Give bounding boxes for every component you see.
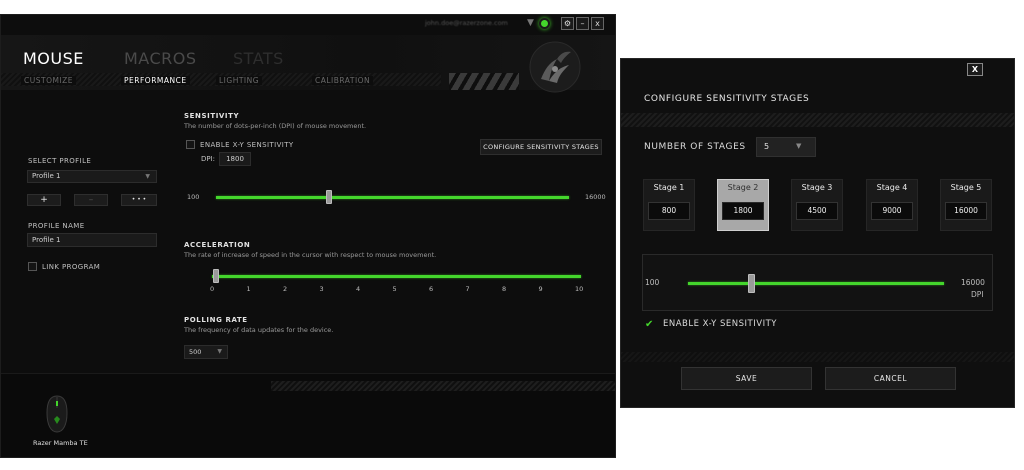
polling-rate-select[interactable]: 500 ▼ [184, 345, 228, 359]
acceleration-tick-label: 4 [356, 285, 361, 293]
chevron-down-icon: ▼ [217, 348, 222, 355]
acceleration-tick-label: 7 [465, 285, 470, 293]
dialog-enable-xy-label: ENABLE X-Y SENSITIVITY [663, 319, 777, 329]
razer-logo [529, 41, 581, 93]
online-status-icon[interactable] [539, 18, 550, 29]
profile-select-value: Profile 1 [32, 172, 61, 180]
close-button[interactable]: x [591, 17, 604, 30]
subtab-performance[interactable]: PERFORMANCE [121, 76, 190, 85]
stage-name: Stage 4 [876, 183, 908, 192]
stage-name: Stage 2 [727, 183, 759, 192]
acceleration-tick-label: 10 [575, 285, 584, 293]
polling-rate-value: 500 [189, 348, 202, 356]
chevron-down-icon: ▼ [145, 173, 150, 180]
minimize-button[interactable]: – [576, 17, 589, 30]
dpi-input[interactable]: 1800 [219, 152, 251, 166]
acceleration-slider-thumb[interactable] [212, 269, 219, 283]
acceleration-tick-label: 3 [319, 285, 324, 293]
configure-stages-button[interactable]: CONFIGURE SENSITIVITY STAGES [480, 139, 602, 155]
select-profile-label: SELECT PROFILE [28, 157, 92, 165]
dialog-slider-max-label: 16000 [961, 278, 985, 287]
cancel-button[interactable]: CANCEL [825, 367, 956, 390]
save-button[interactable]: SAVE [681, 367, 812, 390]
subtab-lighting[interactable]: LIGHTING [216, 76, 263, 85]
stage-dpi-input[interactable]: 16000 [945, 202, 987, 220]
link-program-label: LINK PROGRAM [42, 263, 101, 271]
sensitivity-description: The number of dots-per-inch (DPI) of mou… [184, 122, 367, 130]
title-bar [1, 15, 615, 35]
header-stripe-decoration [449, 73, 519, 90]
stage-card-2[interactable]: Stage 2 1800 [717, 179, 769, 231]
status-chevron-icon[interactable]: ▼ [527, 18, 534, 28]
synapse-main-window: john.doe@razerzone.com ▼ ⚙ – x MOUSE MAC… [0, 14, 616, 458]
acceleration-tick-label: 6 [429, 285, 434, 293]
chevron-down-icon: ▼ [796, 142, 802, 150]
user-email: john.doe@razerzone.com [425, 19, 508, 27]
acceleration-title: ACCELERATION [184, 241, 251, 249]
dialog-title: CONFIGURE SENSITIVITY STAGES [644, 94, 810, 104]
sensitivity-max-label: 16000 [585, 193, 606, 201]
subtab-calibration[interactable]: CALIBRATION [312, 76, 374, 85]
mouse-device-image[interactable] [44, 395, 70, 433]
acceleration-tick-label: 0 [210, 285, 215, 293]
acceleration-description: The rate of increase of speed in the cur… [184, 251, 437, 259]
acceleration-tick-label: 1 [246, 285, 251, 293]
dialog-slider-min-label: 100 [645, 278, 660, 287]
link-program-checkbox[interactable] [28, 262, 37, 271]
acceleration-tick-label: 5 [392, 285, 397, 293]
dpi-label: DPI: [201, 155, 216, 163]
number-of-stages-select[interactable]: 5 [756, 137, 816, 157]
dialog-bottom-stripe-decoration [621, 352, 1014, 362]
polling-rate-title: POLLING RATE [184, 316, 248, 324]
tab-mouse[interactable]: MOUSE [23, 49, 84, 68]
settings-button[interactable]: ⚙ [561, 17, 574, 30]
dialog-stripe-decoration [621, 113, 1014, 127]
profile-name-label: PROFILE NAME [28, 222, 85, 230]
stage-card-5[interactable]: Stage 5 16000 [940, 179, 992, 231]
acceleration-tick-label: 2 [283, 285, 288, 293]
stage-card-4[interactable]: Stage 4 9000 [866, 179, 918, 231]
polling-rate-description: The frequency of data updates for the de… [184, 326, 334, 334]
checkmark-icon[interactable]: ✔ [645, 319, 653, 330]
more-options-button[interactable]: • • • [121, 194, 157, 206]
number-of-stages-label: NUMBER OF STAGES [644, 142, 746, 152]
footer-stripe-decoration [271, 381, 615, 391]
stage-dpi-input[interactable]: 1800 [722, 202, 764, 220]
stage-dpi-input[interactable]: 800 [648, 202, 690, 220]
device-name: Razer Mamba TE [33, 439, 88, 447]
stage-name: Stage 5 [950, 183, 982, 192]
add-profile-button[interactable]: + [27, 194, 61, 206]
dialog-close-button[interactable]: X [967, 63, 983, 76]
number-of-stages-value: 5 [764, 142, 770, 151]
sensitivity-stages-dialog: X CONFIGURE SENSITIVITY STAGES NUMBER OF… [620, 58, 1015, 408]
dialog-sensitivity-slider-thumb[interactable] [748, 274, 756, 293]
enable-xy-checkbox[interactable] [186, 140, 195, 149]
sensitivity-slider-track[interactable] [216, 196, 569, 199]
stage-name: Stage 1 [653, 183, 685, 192]
stage-card-3[interactable]: Stage 3 4500 [791, 179, 843, 231]
sensitivity-title: SENSITIVITY [184, 112, 240, 120]
acceleration-tick-label: 9 [538, 285, 543, 293]
sensitivity-slider-thumb[interactable] [326, 190, 333, 204]
stage-name: Stage 3 [801, 183, 833, 192]
dialog-sensitivity-slider-track[interactable] [688, 282, 944, 285]
stage-card-1[interactable]: Stage 1 800 [643, 179, 695, 231]
tab-stats[interactable]: STATS [233, 49, 284, 68]
sensitivity-min-label: 100 [187, 193, 200, 201]
enable-xy-label: ENABLE X-Y SENSITIVITY [200, 141, 294, 149]
acceleration-slider-track[interactable] [212, 275, 581, 278]
acceleration-tick-label: 8 [502, 285, 507, 293]
subtab-customize[interactable]: CUSTOMIZE [21, 76, 77, 85]
remove-profile-button[interactable]: – [74, 194, 108, 206]
profile-select[interactable]: Profile 1 ▼ [27, 170, 157, 183]
tab-macros[interactable]: MACROS [124, 49, 197, 68]
stage-dpi-input[interactable]: 9000 [871, 202, 913, 220]
stage-dpi-input[interactable]: 4500 [796, 202, 838, 220]
profile-name-input[interactable]: Profile 1 [27, 233, 157, 247]
dialog-slider-unit: DPI [971, 290, 984, 299]
